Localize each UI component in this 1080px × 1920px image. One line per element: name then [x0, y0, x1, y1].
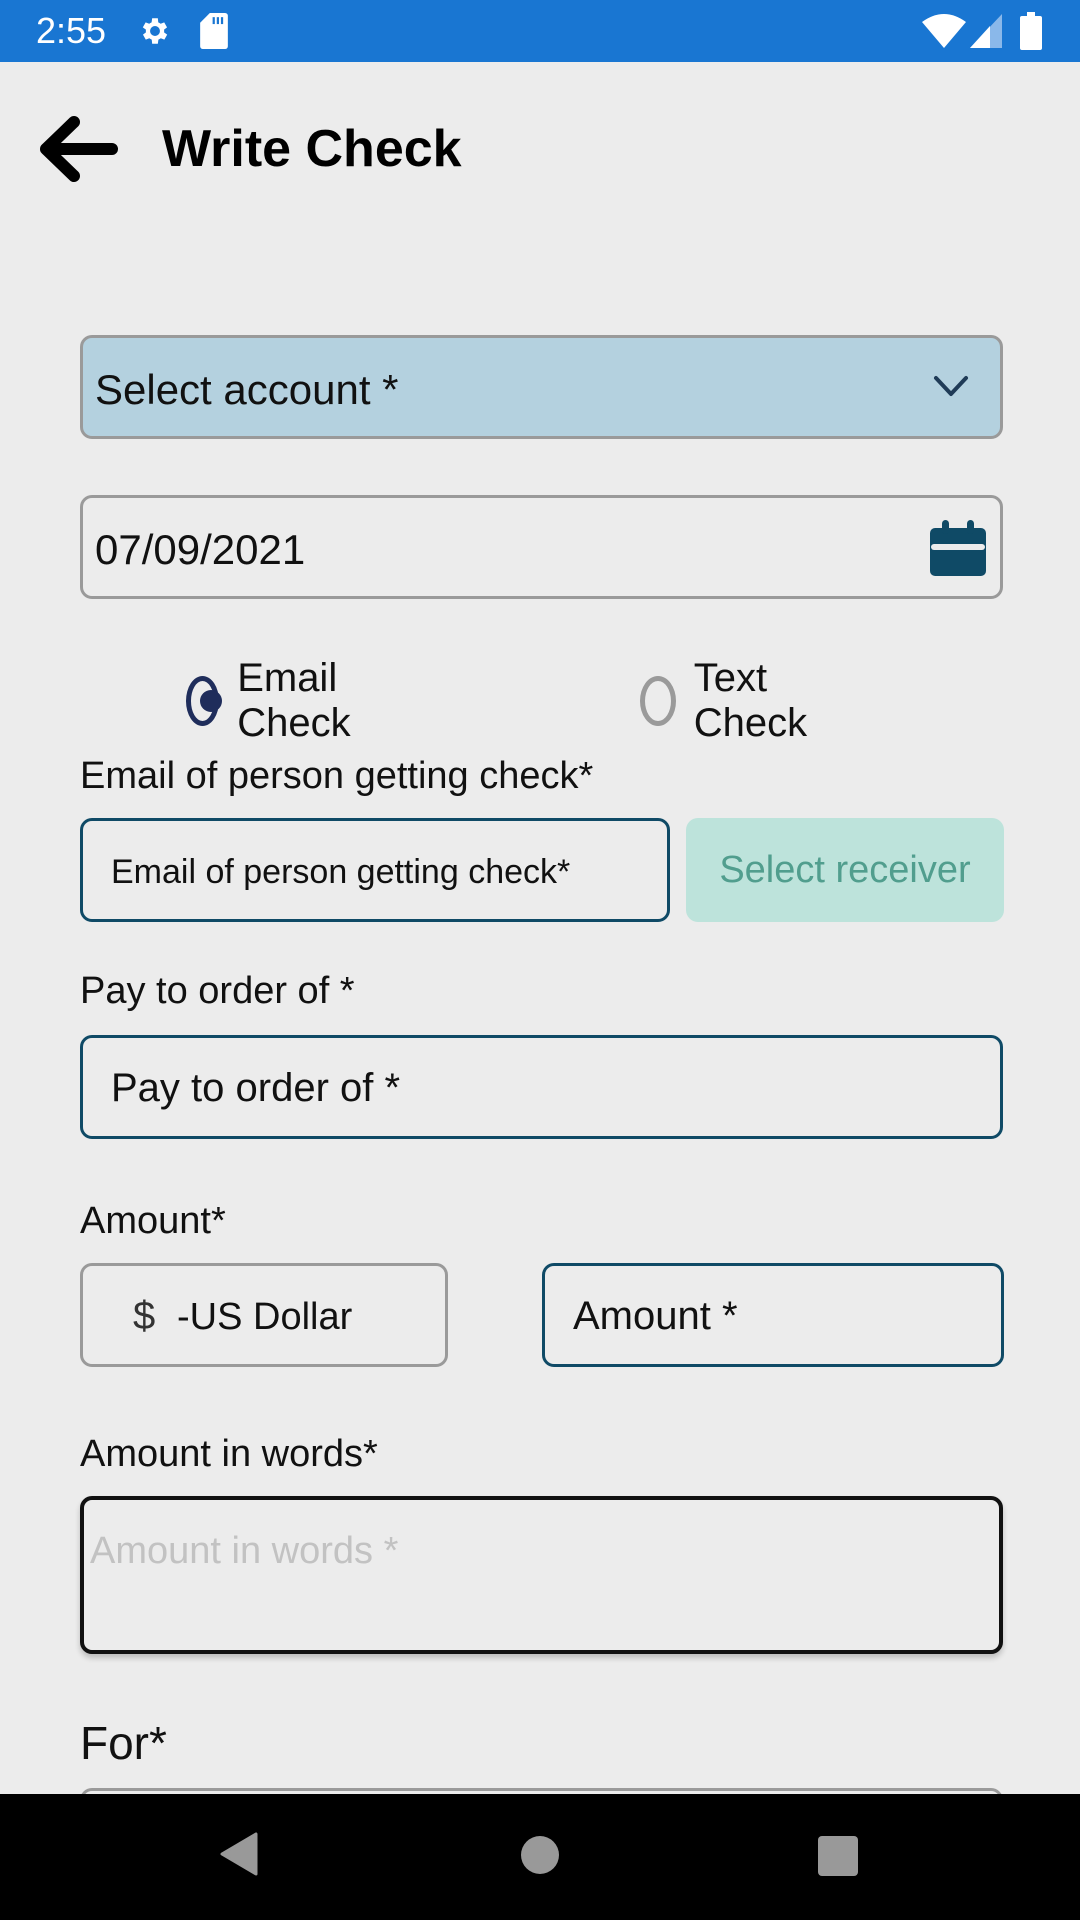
status-bar: 2:55	[0, 0, 1080, 62]
select-receiver-button[interactable]: Select receiver	[686, 818, 1004, 922]
account-select[interactable]: Select account *	[80, 335, 1003, 439]
gear-icon	[142, 18, 168, 44]
amount-field[interactable]: Amount *	[542, 1263, 1004, 1367]
back-nav-icon[interactable]	[218, 1832, 258, 1876]
calendar-icon[interactable]	[928, 518, 988, 578]
radio-selected-icon	[186, 676, 223, 726]
amount-words-field[interactable]: Amount in words *	[80, 1496, 1003, 1654]
date-value: 07/09/2021	[95, 526, 306, 573]
arrow-left-icon	[40, 116, 118, 182]
currency-select[interactable]: $ -US Dollar	[80, 1263, 448, 1367]
sd-card-icon	[200, 13, 228, 49]
signal-icon	[970, 14, 1002, 48]
for-label: For*	[80, 1717, 167, 1769]
amount-words-label: Amount in words*	[80, 1433, 378, 1475]
radio-email-check-label: Email Check	[237, 656, 351, 745]
battery-icon	[1020, 12, 1042, 50]
email-field-placeholder: Email of person getting check*	[111, 853, 571, 891]
email-label: Email of person getting check*	[80, 755, 594, 797]
pay-to-placeholder: Pay to order of *	[111, 1066, 401, 1110]
email-field[interactable]: Email of person getting check*	[80, 818, 670, 922]
amount-label: Amount*	[80, 1200, 226, 1242]
wifi-icon	[922, 14, 966, 48]
radio-text-check-label: Text Check	[693, 656, 808, 745]
pay-to-field[interactable]: Pay to order of *	[80, 1035, 1003, 1139]
date-field[interactable]: 07/09/2021	[80, 495, 1003, 599]
home-nav-icon[interactable]	[521, 1836, 559, 1874]
dollar-icon: $	[133, 1294, 156, 1338]
currency-value: -US Dollar	[177, 1296, 353, 1338]
amount-placeholder: Amount *	[573, 1294, 738, 1338]
system-nav-bar	[0, 1794, 1080, 1920]
radio-text-check[interactable]: Text Check	[640, 656, 821, 746]
page-title: Write Check	[162, 120, 462, 178]
account-select-value: Select account *	[95, 366, 399, 413]
status-time: 2:55	[36, 10, 107, 51]
recents-nav-icon[interactable]	[818, 1836, 858, 1876]
radio-unselected-icon	[640, 676, 676, 726]
amount-words-placeholder: Amount in words *	[90, 1530, 399, 1572]
chevron-down-icon	[934, 376, 968, 396]
back-button[interactable]	[40, 116, 120, 182]
pay-to-label: Pay to order of *	[80, 970, 355, 1012]
radio-email-check[interactable]: Email Check	[186, 656, 367, 746]
